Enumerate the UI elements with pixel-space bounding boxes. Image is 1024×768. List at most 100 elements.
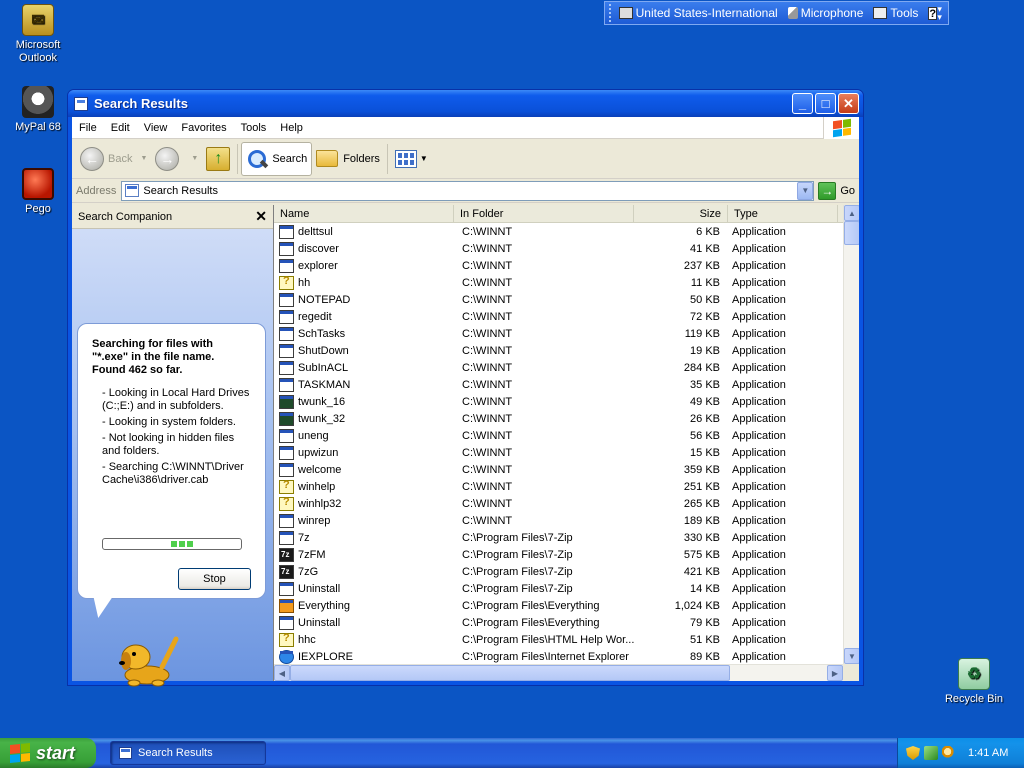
- desktop-icon-mypal[interactable]: MyPal 68: [0, 86, 76, 134]
- back-button[interactable]: ← Back: [76, 142, 136, 176]
- table-row[interactable]: 7zG C:\Program Files\7-Zip 421 KB Applicati…: [274, 563, 843, 580]
- scroll-right-button[interactable]: ▶: [827, 665, 843, 681]
- views-button[interactable]: ▼: [391, 142, 432, 176]
- stop-button[interactable]: Stop: [178, 568, 251, 590]
- table-row[interactable]: delttsul C:\WINNT 6 KB Application: [274, 223, 843, 240]
- window-titlebar[interactable]: Search Results _ □ ✕: [68, 90, 863, 117]
- cell-folder: C:\Program Files\7-Zip: [462, 582, 573, 595]
- table-row[interactable]: NOTEPAD C:\WINNT 50 KB Application: [274, 291, 843, 308]
- folders-button[interactable]: Folders: [312, 142, 384, 176]
- table-row[interactable]: discover C:\WINNT 41 KB Application: [274, 240, 843, 257]
- table-row[interactable]: 7zFM C:\Program Files\7-Zip 575 KB Applicat…: [274, 546, 843, 563]
- vertical-scrollbar[interactable]: ▲ ▼: [843, 205, 859, 664]
- cell-name: TASKMAN: [274, 377, 454, 392]
- menu-tools[interactable]: Tools: [234, 122, 274, 134]
- scroll-left-button[interactable]: ◀: [274, 665, 290, 681]
- table-row[interactable]: SubInACL C:\WINNT 284 KB Application: [274, 359, 843, 376]
- horizontal-scroll-thumb[interactable]: [290, 665, 730, 681]
- application-file-icon: [279, 224, 294, 239]
- table-row[interactable]: Uninstall C:\Program Files\Everything 79 K…: [274, 614, 843, 631]
- table-row[interactable]: IEXPLORE C:\Program Files\Internet Explor…: [274, 648, 843, 664]
- table-row[interactable]: ShutDown C:\WINNT 19 KB Application: [274, 342, 843, 359]
- scroll-down-button[interactable]: ▼: [844, 648, 859, 664]
- table-row[interactable]: twunk_16 C:\WINNT 49 KB Application: [274, 393, 843, 410]
- status-line: "*.exe" in the file name.: [92, 351, 215, 363]
- search-icon: [246, 148, 268, 170]
- search-dog-icon[interactable]: [114, 627, 180, 687]
- maximize-button[interactable]: □: [815, 93, 836, 114]
- minimize-button[interactable]: _: [792, 93, 813, 114]
- file-name: 7z: [298, 531, 310, 544]
- search-detail: - Looking in Local Hard Drives (C:;E:) a…: [102, 387, 250, 412]
- table-row[interactable]: hh C:\WINNT 11 KB Application: [274, 274, 843, 291]
- cell-size: 237 KB: [683, 259, 720, 272]
- column-header-name[interactable]: Name: [274, 205, 454, 222]
- security-shield-icon[interactable]: [906, 746, 920, 760]
- menu-favorites[interactable]: Favorites: [174, 122, 233, 134]
- menu-help[interactable]: Help: [273, 122, 310, 134]
- table-row[interactable]: 7z C:\Program Files\7-Zip 330 KB Applicatio…: [274, 529, 843, 546]
- table-row[interactable]: winrep C:\WINNT 189 KB Application: [274, 512, 843, 529]
- address-bar: Address Search Results ▼ → Go: [72, 179, 859, 203]
- start-button[interactable]: start: [0, 738, 96, 768]
- langbar-help-button[interactable]: ?: [928, 6, 938, 20]
- cell-type: Application: [732, 412, 786, 425]
- address-dropdown-button[interactable]: ▼: [797, 181, 814, 200]
- table-row[interactable]: Uninstall C:\Program Files\7-Zip 14 KB Appl…: [274, 580, 843, 597]
- desktop-icon-outlook[interactable]: ✉ Microsoft Outlook: [0, 4, 76, 65]
- table-row[interactable]: winhlp32 C:\WINNT 265 KB Application: [274, 495, 843, 512]
- column-header-size[interactable]: Size: [634, 205, 728, 222]
- table-row[interactable]: welcome C:\WINNT 359 KB Application: [274, 461, 843, 478]
- companion-close-icon[interactable]: ✕: [255, 208, 267, 225]
- langbar-options-icon[interactable]: ▾ ▾: [937, 5, 942, 22]
- search-tray-icon[interactable]: [942, 746, 956, 760]
- desktop-icon-pego[interactable]: Pego: [0, 168, 76, 216]
- green-file-icon: [279, 411, 294, 426]
- table-row[interactable]: twunk_32 C:\WINNT 26 KB Application: [274, 410, 843, 427]
- table-row[interactable]: hhc C:\Program Files\HTML Help Wor... 51 K…: [274, 631, 843, 648]
- toolbar-separator: [386, 143, 388, 174]
- close-button[interactable]: ✕: [838, 93, 859, 114]
- table-row[interactable]: uneng C:\WINNT 56 KB Application: [274, 427, 843, 444]
- cell-name: discover: [274, 241, 454, 256]
- back-dropdown-icon[interactable]: ▼: [140, 155, 147, 162]
- cell-folder: C:\WINNT: [462, 514, 513, 527]
- table-row[interactable]: winhelp C:\WINNT 251 KB Application: [274, 478, 843, 495]
- table-row[interactable]: upwizun C:\WINNT 15 KB Application: [274, 444, 843, 461]
- table-row[interactable]: SchTasks C:\WINNT 119 KB Application: [274, 325, 843, 342]
- network-icon[interactable]: [924, 746, 938, 760]
- menu-file[interactable]: File: [72, 122, 104, 134]
- cell-name: winrep: [274, 513, 454, 528]
- menu-view[interactable]: View: [137, 122, 175, 134]
- application-file-icon: [279, 462, 294, 477]
- search-button[interactable]: Search: [241, 141, 313, 176]
- forward-dropdown-icon[interactable]: ▼: [191, 155, 198, 162]
- taskbar-search-results-button[interactable]: Search Results: [110, 741, 266, 765]
- table-row[interactable]: regedit C:\WINNT 72 KB Application: [274, 308, 843, 325]
- views-dropdown-icon: ▼: [419, 154, 428, 163]
- vertical-scroll-thumb[interactable]: [844, 221, 859, 245]
- up-button[interactable]: ↑: [202, 142, 234, 176]
- application-file-icon: [279, 292, 294, 307]
- column-header-folder[interactable]: In Folder: [454, 205, 634, 222]
- cell-type: Application: [732, 599, 786, 612]
- horizontal-scrollbar[interactable]: ◀ ▶: [274, 664, 843, 681]
- clock[interactable]: 1:41 AM: [968, 747, 1008, 759]
- table-row[interactable]: Everything C:\Program Files\Everything 1,0…: [274, 597, 843, 614]
- address-input[interactable]: Search Results ▼: [121, 180, 815, 201]
- language-bar: United States-International Microphone T…: [604, 1, 949, 25]
- go-button[interactable]: → Go: [818, 181, 855, 200]
- langbar-language[interactable]: United States-International: [618, 6, 778, 20]
- desktop-icon-recycle-bin[interactable]: ♻ Recycle Bin: [936, 658, 1012, 706]
- companion-title: Search Companion: [78, 210, 173, 223]
- langbar-microphone[interactable]: Microphone: [787, 6, 863, 20]
- scroll-up-button[interactable]: ▲: [844, 205, 859, 221]
- forward-button[interactable]: →: [151, 142, 187, 176]
- langbar-tools[interactable]: Tools: [873, 6, 918, 20]
- table-row[interactable]: explorer C:\WINNT 237 KB Application: [274, 257, 843, 274]
- column-header-type[interactable]: Type: [728, 205, 838, 222]
- langbar-grip[interactable]: [609, 4, 613, 22]
- menu-edit[interactable]: Edit: [104, 122, 137, 134]
- cell-type: Application: [732, 633, 786, 646]
- table-row[interactable]: TASKMAN C:\WINNT 35 KB Application: [274, 376, 843, 393]
